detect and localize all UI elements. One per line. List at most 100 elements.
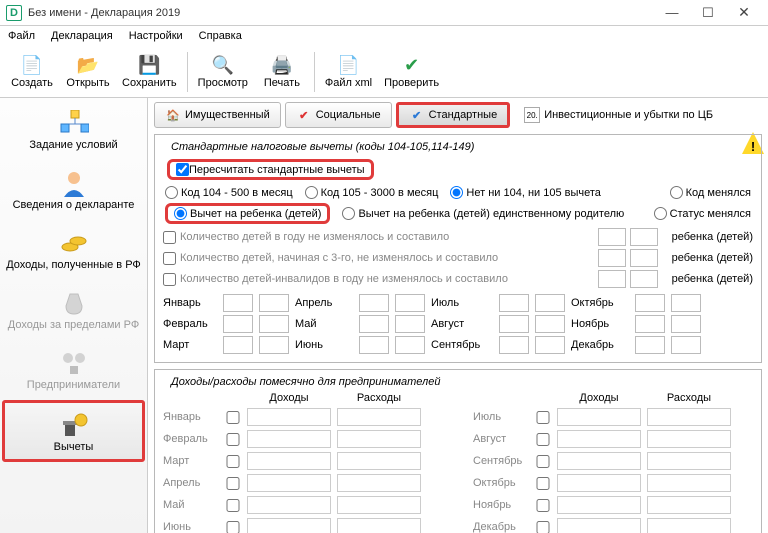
month-sep-inp1[interactable] [499,336,529,354]
month-dec-inp1[interactable] [635,336,665,354]
ent-may-chk[interactable] [225,499,241,512]
sidebar-item-declarant[interactable]: Сведения о декларанте [2,160,145,218]
ent-aug-expense[interactable] [647,430,731,448]
tab-invest[interactable]: 20. Инвестиционные и убытки по ЦБ [514,102,723,128]
ent-nov-income[interactable] [557,496,641,514]
children-count-1-input-a[interactable] [598,228,626,246]
month-oct-inp2[interactable] [671,294,701,312]
month-jan-inp2[interactable] [259,294,289,312]
ent-jun-chk[interactable] [225,521,241,533]
ent-feb-chk[interactable] [225,433,241,446]
radio-child[interactable] [174,207,187,220]
month-sep-inp2[interactable] [535,336,565,354]
ent-nov-expense[interactable] [647,496,731,514]
toolbar-save-button[interactable]: 💾 Сохранить [116,48,183,96]
ent-mar-income[interactable] [247,452,331,470]
sidebar-item-income-rf[interactable]: Доходы, полученные в РФ [2,220,145,278]
ent-apr-income[interactable] [247,474,331,492]
minimize-button[interactable]: — [654,2,690,24]
tab-property[interactable]: 🏠 Имущественный [154,102,281,128]
ent-jan-expense[interactable] [337,408,421,426]
children-count-3-checkbox[interactable] [163,273,176,286]
month-oct-inp1[interactable] [635,294,665,312]
sidebar-item-income-abroad[interactable]: Доходы за пределами РФ [2,280,145,338]
ent-jul-income[interactable] [557,408,641,426]
tab-standard[interactable]: ✔ Стандартные [396,102,511,128]
month-jun-inp1[interactable] [359,336,389,354]
ent-mar-chk[interactable] [225,455,241,468]
month-aug-inp2[interactable] [535,315,565,333]
children-count-2-checkbox[interactable] [163,252,176,265]
month-mar-inp2[interactable] [259,336,289,354]
ent-nov-chk[interactable] [535,499,551,512]
children-count-1-checkbox[interactable] [163,231,176,244]
month-nov-inp1[interactable] [635,315,665,333]
month-feb-inp1[interactable] [223,315,253,333]
month-jan-inp1[interactable] [223,294,253,312]
radio-code105[interactable] [305,186,318,199]
radio-status-changed[interactable] [654,207,667,220]
radio-child-single[interactable] [342,207,355,220]
maximize-button[interactable]: ☐ [690,2,726,24]
children-count-3-input-b[interactable] [630,270,658,288]
children-count-3-input-a[interactable] [598,270,626,288]
ent-jun-expense[interactable] [337,518,421,533]
ent-feb-expense[interactable] [337,430,421,448]
ent-dec-expense[interactable] [647,518,731,533]
ent-oct-expense[interactable] [647,474,731,492]
toolbar-filexml-button[interactable]: 📄 Файл xml [319,48,378,96]
ent-dec-chk[interactable] [535,521,551,533]
close-button[interactable]: ✕ [726,2,762,24]
month-apr-inp1[interactable] [359,294,389,312]
recalc-checkbox[interactable] [176,163,189,176]
month-dec-inp2[interactable] [671,336,701,354]
ent-may-expense[interactable] [337,496,421,514]
menu-help[interactable]: Справка [195,28,246,44]
ent-sep-expense[interactable] [647,452,731,470]
ent-jan-chk[interactable] [225,411,241,424]
ent-sep-income[interactable] [557,452,641,470]
ent-jul-chk[interactable] [535,411,551,424]
menu-declaration[interactable]: Декларация [47,28,117,44]
radio-no104105[interactable] [450,186,463,199]
ent-oct-income[interactable] [557,474,641,492]
month-nov-inp2[interactable] [671,315,701,333]
ent-apr-expense[interactable] [337,474,421,492]
sidebar-item-conditions[interactable]: Задание условий [2,100,145,158]
toolbar-check-button[interactable]: ✔ Проверить [378,48,445,96]
month-may-inp1[interactable] [359,315,389,333]
ent-mar-expense[interactable] [337,452,421,470]
toolbar-print-button[interactable]: 🖨️ Печать [254,48,310,96]
menu-settings[interactable]: Настройки [125,28,187,44]
ent-may-income[interactable] [247,496,331,514]
ent-jan-income[interactable] [247,408,331,426]
radio-code104[interactable] [165,186,178,199]
sidebar-item-deductions[interactable]: Вычеты [2,400,145,462]
toolbar-open-button[interactable]: 📂 Открыть [60,48,116,96]
month-apr-inp2[interactable] [395,294,425,312]
sidebar-item-entrepreneurs[interactable]: Предприниматели [2,340,145,398]
ent-aug-income[interactable] [557,430,641,448]
month-aug-inp1[interactable] [499,315,529,333]
toolbar-preview-button[interactable]: 🔍 Просмотр [192,48,254,96]
ent-jul-expense[interactable] [647,408,731,426]
ent-oct-chk[interactable] [535,477,551,490]
toolbar-create-button[interactable]: 📄 Создать [4,48,60,96]
month-jun-inp2[interactable] [395,336,425,354]
ent-jun-income[interactable] [247,518,331,533]
children-count-1-input-b[interactable] [630,228,658,246]
radio-code-changed[interactable] [670,186,683,199]
tab-social[interactable]: ✔ Социальные [285,102,392,128]
month-mar-inp1[interactable] [223,336,253,354]
ent-apr-chk[interactable] [225,477,241,490]
ent-sep-chk[interactable] [535,455,551,468]
ent-dec-income[interactable] [557,518,641,533]
menu-file[interactable]: Файл [4,28,39,44]
children-count-2-input-b[interactable] [630,249,658,267]
ent-aug-chk[interactable] [535,433,551,446]
ent-feb-income[interactable] [247,430,331,448]
month-may-inp2[interactable] [395,315,425,333]
month-jul-inp2[interactable] [535,294,565,312]
children-count-2-input-a[interactable] [598,249,626,267]
month-jul-inp1[interactable] [499,294,529,312]
